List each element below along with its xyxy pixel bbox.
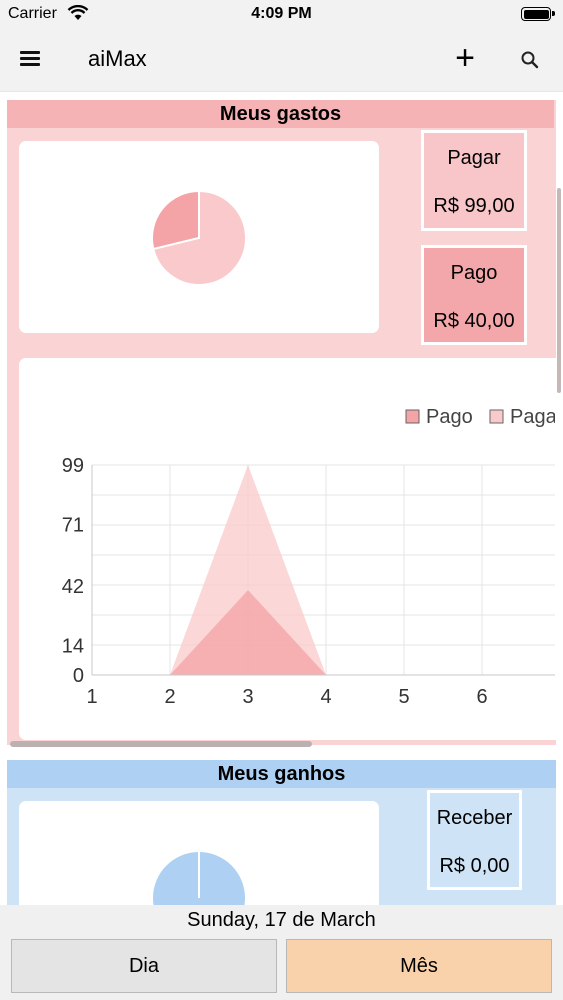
menu-icon[interactable] [20, 48, 46, 72]
pago-box[interactable]: Pago R$ 40,00 [421, 245, 527, 345]
x-tick-label: 2 [164, 686, 175, 708]
mes-button[interactable]: Mês [286, 939, 552, 993]
chart-grid [91, 464, 561, 676]
y-tick-label: 99 [62, 455, 84, 477]
horizontal-scrollbar[interactable] [10, 741, 312, 747]
expenses-area-chart: 0 14 42 71 99 1 2 3 4 5 6 7 Pago Paga [62, 406, 563, 708]
expenses-title: Meus gastos [7, 100, 554, 128]
x-tick-label: 1 [86, 686, 97, 708]
pagar-label: Pagar [447, 147, 501, 169]
x-tick-label: 6 [476, 686, 487, 708]
receber-value: R$ 0,00 [439, 855, 510, 877]
app-title: aiMax [88, 46, 147, 71]
receber-box[interactable]: Receber R$ 0,00 [427, 790, 522, 890]
expenses-pie-card [19, 141, 379, 333]
y-tick-label: 71 [62, 514, 84, 536]
status-bar: Carrier 4:09 PM [0, 0, 563, 28]
income-pie-chart [151, 850, 247, 905]
current-date: Sunday, 17 de March [187, 909, 376, 931]
pago-label: Pago [450, 262, 498, 284]
expenses-section: Meus gastos Pagar R$ 99,00 Pago R$ 40,00… [7, 100, 563, 747]
expenses-pie-chart [151, 189, 247, 286]
legend-swatch-0 [405, 409, 420, 424]
y-tick-label: 42 [62, 576, 84, 598]
dia-button[interactable]: Dia [11, 939, 277, 993]
expenses-area-card: 0 14 42 71 99 1 2 3 4 5 6 7 Pago Paga [19, 358, 563, 740]
receber-label: Receber [436, 807, 513, 829]
income-title: Meus ganhos [7, 760, 556, 788]
x-tick-label: 3 [242, 686, 253, 708]
bottom-bar: Sunday, 17 de March Dia Mês [0, 905, 563, 1000]
nav-bar: aiMax + [0, 28, 563, 92]
y-tick-label: 14 [62, 635, 84, 657]
x-tick-label: 7 [554, 686, 555, 708]
status-time: 4:09 PM [251, 5, 312, 22]
pago-value: R$ 40,00 [433, 310, 515, 332]
add-button[interactable]: + [450, 41, 480, 76]
legend-label-0: Pago [426, 406, 473, 428]
x-tick-label: 4 [320, 686, 331, 708]
battery-icon [521, 7, 555, 21]
legend-swatch-1 [489, 409, 504, 424]
y-tick-label: 0 [73, 665, 84, 687]
search-icon[interactable] [518, 48, 542, 72]
income-pie-card [19, 801, 379, 905]
content-scroll[interactable]: Meus gastos Pagar R$ 99,00 Pago R$ 40,00… [0, 92, 563, 905]
x-tick-label: 5 [398, 686, 409, 708]
income-section: Meus ganhos Receber R$ 0,00 [7, 760, 556, 905]
vertical-scrollbar[interactable] [557, 188, 561, 393]
pagar-value: R$ 99,00 [433, 195, 515, 217]
pagar-box[interactable]: Pagar R$ 99,00 [421, 130, 527, 231]
legend-label-1: Paga [510, 406, 555, 428]
